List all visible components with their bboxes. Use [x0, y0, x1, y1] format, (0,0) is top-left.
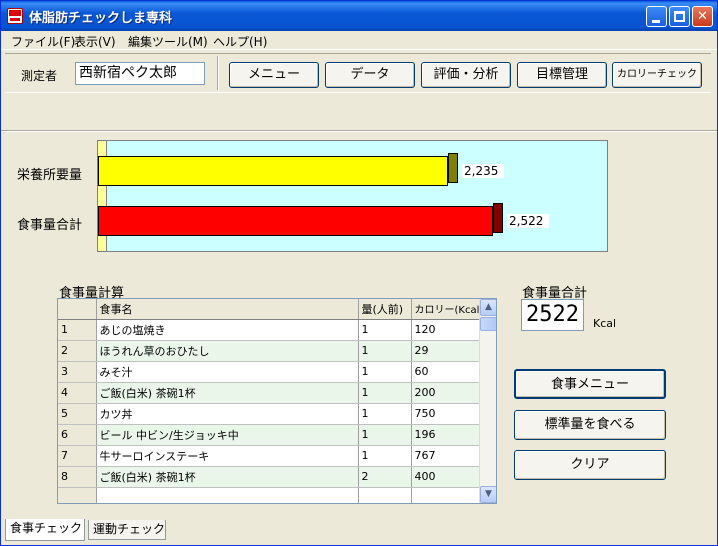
meal-rows: 1 あじの塩焼き 1 120 2 ほうれん草のおひたし 1 29 3 みそ汁 1 60 4 ご飯(白米) … — [58, 319, 488, 503]
minimize-icon — [652, 20, 660, 23]
cell-calorie[interactable]: 750 — [411, 403, 488, 425]
row-index[interactable]: 5 — [58, 403, 97, 425]
maximize-icon — [674, 11, 685, 22]
chart-category-label: 栄養所要量 — [17, 168, 83, 183]
chart-bar-depth — [493, 203, 503, 233]
measurer-name-field[interactable]: 西新宿ペク太郎 — [75, 62, 205, 85]
evaluation-analysis-button[interactable]: 評価・分析 — [421, 62, 511, 88]
meal-table[interactable]: 食事名 量(人前) カロリー(Kcal) 1 あじの塩焼き 1 120 2 ほうれん草のお… — [57, 298, 497, 504]
table-row[interactable]: 3 みそ汁 1 60 — [58, 361, 488, 383]
eat-standard-amount-button[interactable]: 標準量を食べる — [514, 410, 666, 440]
cell-food-name[interactable]: ご飯(白米) 茶碗1杯 — [96, 382, 359, 404]
cell-quantity[interactable]: 1 — [358, 445, 412, 467]
data-button[interactable]: データ — [325, 62, 415, 88]
cell-food-name[interactable]: みそ汁 — [96, 361, 359, 383]
chevron-up-icon: ▲ — [485, 302, 492, 312]
cell-quantity[interactable]: 1 — [358, 424, 412, 446]
measurer-label: 測定者 — [21, 69, 58, 83]
table-row[interactable]: 1 あじの塩焼き 1 120 — [58, 319, 488, 341]
chart-data-label: 2,522 — [507, 214, 550, 228]
table-row[interactable]: 4 ご飯(白米) 茶碗1杯 1 200 — [58, 382, 488, 404]
chart-bar — [98, 206, 493, 236]
column-header-qty[interactable]: 量(人前) — [358, 299, 412, 320]
row-index[interactable] — [58, 487, 97, 503]
window-title: 体脂肪チェックしま専科 — [29, 11, 173, 26]
menu-view[interactable]: 表示(V) — [74, 33, 116, 50]
table-header-row: 食事名 量(人前) カロリー(Kcal) — [58, 299, 488, 320]
clear-button[interactable]: クリア — [514, 450, 666, 480]
cell-food-name[interactable]: ほうれん草のおひたし — [96, 340, 359, 362]
total-unit: Kcal — [593, 317, 617, 330]
menu-help[interactable]: ヘルプ(H) — [213, 33, 267, 50]
cell-calorie[interactable]: 200 — [411, 382, 488, 404]
total-calorie-value: 2522 — [521, 299, 584, 331]
table-row[interactable]: 7 牛サーロインステーキ 1 767 — [58, 445, 488, 467]
table-scrollbar[interactable]: ▲ ▼ — [479, 299, 496, 503]
meal-menu-button[interactable]: 食事メニュー — [514, 369, 666, 399]
close-button[interactable]: ✕ — [692, 6, 713, 27]
cell-food-name[interactable]: 牛サーロインステーキ — [96, 445, 359, 467]
row-index[interactable]: 1 — [58, 319, 97, 341]
row-index[interactable]: 2 — [58, 340, 97, 362]
menu-button[interactable]: メニュー — [229, 62, 319, 88]
tab-meal-check[interactable]: 食事チェック — [5, 519, 85, 541]
header-corner — [58, 299, 97, 320]
cell-calorie[interactable] — [411, 487, 488, 503]
menu-edit-tools[interactable]: 編集ツール(M) — [128, 33, 208, 50]
app-icon[interactable] — [7, 8, 23, 24]
cell-calorie[interactable]: 120 — [411, 319, 488, 341]
cell-calorie[interactable]: 29 — [411, 340, 488, 362]
toolbar-separator — [217, 56, 219, 90]
row-index[interactable]: 8 — [58, 466, 97, 488]
cell-calorie[interactable]: 767 — [411, 445, 488, 467]
cell-food-name[interactable]: ご飯(白米) 茶碗1杯 — [96, 466, 359, 488]
close-icon: ✕ — [697, 9, 708, 24]
row-index[interactable]: 7 — [58, 445, 97, 467]
menu-bar: ファイル(F) 表示(V) 編集ツール(M) ヘルプ(H) — [1, 31, 717, 50]
cell-calorie[interactable]: 60 — [411, 361, 488, 383]
menu-file[interactable]: ファイル(F) — [11, 33, 75, 50]
column-header-name[interactable]: 食事名 — [96, 299, 359, 320]
cell-calorie[interactable]: 400 — [411, 466, 488, 488]
cell-quantity[interactable]: 2 — [358, 466, 412, 488]
cell-quantity[interactable]: 1 — [358, 319, 412, 341]
chart-data-label: 2,235 — [462, 164, 505, 178]
meal-grid: 食事名 量(人前) カロリー(Kcal) 1 あじの塩焼き 1 120 2 ほうれん草のお… — [58, 299, 488, 503]
row-index[interactable]: 4 — [58, 382, 97, 404]
cell-food-name[interactable]: あじの塩焼き — [96, 319, 359, 341]
table-row[interactable]: 8 ご飯(白米) 茶碗1杯 2 400 — [58, 466, 488, 488]
cell-calorie[interactable]: 196 — [411, 424, 488, 446]
minimize-button[interactable] — [646, 6, 667, 27]
table-row[interactable]: 2 ほうれん草のおひたし 1 29 — [58, 340, 488, 362]
cell-quantity[interactable]: 1 — [358, 382, 412, 404]
chevron-down-icon: ▼ — [485, 489, 492, 499]
cell-quantity[interactable]: 1 — [358, 340, 412, 362]
row-index[interactable]: 3 — [58, 361, 97, 383]
chart-bar-depth — [448, 153, 458, 183]
cell-food-name[interactable] — [96, 487, 359, 503]
content-divider — [1, 130, 717, 132]
toolbar: 測定者 西新宿ペク太郎 メニュー データ 評価・分析 目標管理 カロリーチェック — [5, 53, 711, 93]
app-window: 体脂肪チェックしま専科 ✕ ファイル(F) 表示(V) 編集ツール(M) ヘルプ… — [0, 0, 718, 546]
scroll-down-button[interactable]: ▼ — [480, 486, 496, 503]
chart-bar — [98, 156, 448, 186]
title-bar[interactable]: 体脂肪チェックしま専科 ✕ — [1, 1, 717, 31]
cell-food-name[interactable]: カツ丼 — [96, 403, 359, 425]
cell-quantity[interactable]: 1 — [358, 361, 412, 383]
column-header-kcal[interactable]: カロリー(Kcal) — [411, 299, 488, 320]
table-row[interactable] — [58, 487, 488, 503]
scroll-thumb[interactable] — [480, 317, 496, 331]
cell-food-name[interactable]: ビール 中ビン/生ジョッキ中 — [96, 424, 359, 446]
scroll-up-button[interactable]: ▲ — [480, 299, 496, 316]
calorie-check-button[interactable]: カロリーチェック — [612, 62, 702, 88]
table-row[interactable]: 6 ビール 中ビン/生ジョッキ中 1 196 — [58, 424, 488, 446]
row-index[interactable]: 6 — [58, 424, 97, 446]
tab-exercise-check[interactable]: 運動チェック — [88, 520, 166, 540]
maximize-button[interactable] — [669, 6, 690, 27]
chart-category-label: 食事量合計 — [17, 218, 83, 233]
table-row[interactable]: 5 カツ丼 1 750 — [58, 403, 488, 425]
goal-management-button[interactable]: 目標管理 — [517, 62, 607, 88]
cell-quantity[interactable] — [358, 487, 412, 503]
cell-quantity[interactable]: 1 — [358, 403, 412, 425]
